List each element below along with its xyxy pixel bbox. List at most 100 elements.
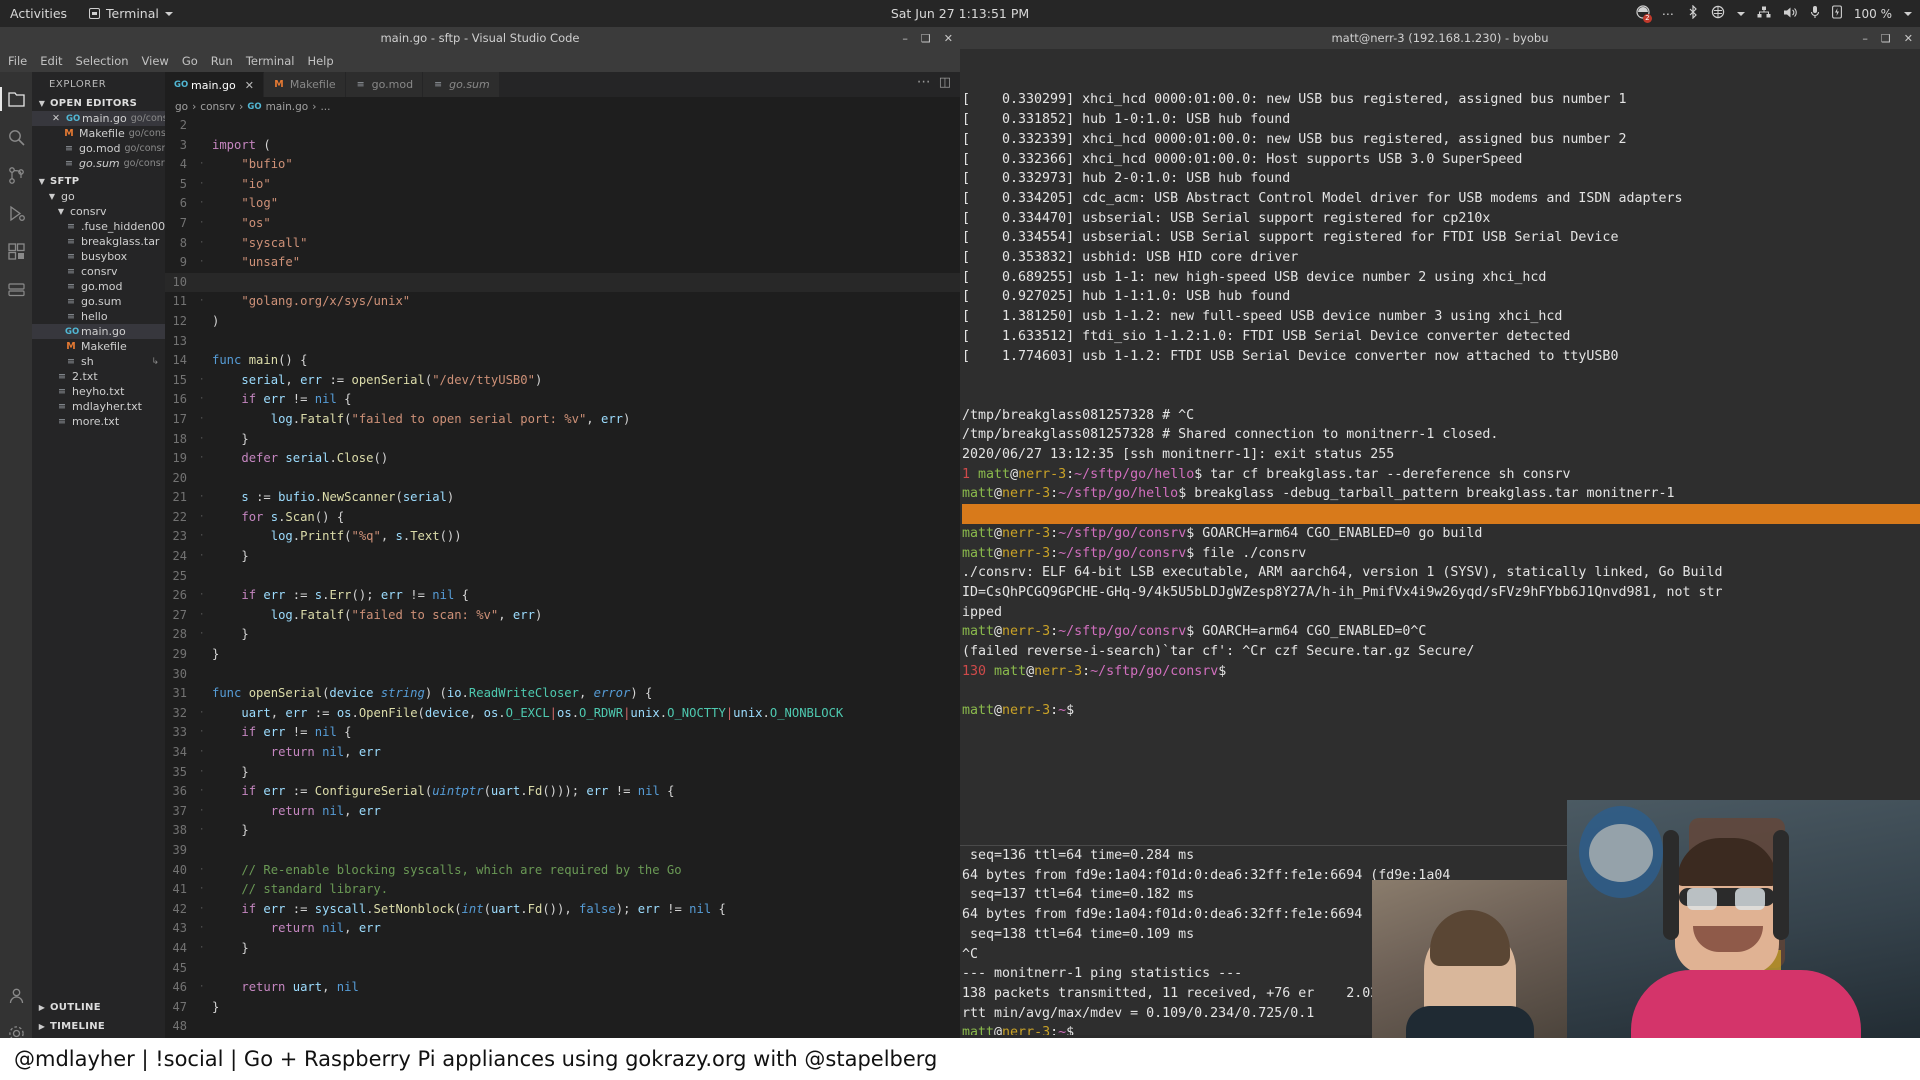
sftp-tree-item[interactable]: ▼ consrv (32, 204, 165, 219)
fold-guide-icon[interactable]: · (199, 371, 212, 391)
fold-guide-icon[interactable]: · (199, 390, 212, 410)
breadcrumb-go[interactable]: go (175, 101, 188, 113)
volume-icon[interactable] (1783, 6, 1798, 22)
remote-explorer-icon[interactable] (0, 270, 32, 308)
code-line[interactable]: 12) (165, 312, 960, 332)
sftp-tree-item[interactable]: GO main.go (32, 324, 165, 339)
code-line[interactable]: 21 · s := bufio.NewScanner(serial) (165, 488, 960, 508)
fold-guide-icon[interactable]: · (199, 586, 212, 606)
fold-guide-icon[interactable] (199, 332, 212, 352)
menu-file[interactable]: File (8, 54, 27, 68)
fold-guide-icon[interactable]: · (199, 508, 212, 528)
code-line[interactable]: 25 (165, 567, 960, 587)
clock[interactable]: Sat Jun 27 1:13:51 PM (891, 6, 1029, 21)
code-line[interactable]: 32 · uart, err := os.OpenFile(device, os.… (165, 704, 960, 724)
fold-guide-icon[interactable] (199, 567, 212, 587)
section-timeline[interactable]: ▶ TIMELINE (32, 1017, 165, 1036)
code-line[interactable]: 33 · if err != nil { (165, 723, 960, 743)
fold-guide-icon[interactable] (199, 959, 212, 979)
code-line[interactable]: 38 · } (165, 821, 960, 841)
fold-guide-icon[interactable]: · (199, 449, 212, 469)
sftp-tree-item[interactable]: ≡ go.mod (32, 279, 165, 294)
explorer-icon[interactable] (0, 80, 32, 118)
code-line[interactable]: 23 · log.Printf("%q", s.Text()) (165, 527, 960, 547)
code-line[interactable]: 31 func openSerial(device string) (io.Rea… (165, 684, 960, 704)
fold-guide-icon[interactable]: · (199, 234, 212, 254)
sftp-tree-item[interactable]: ≡ 2.txt (32, 369, 165, 384)
fold-guide-icon[interactable]: · (199, 782, 212, 802)
fold-guide-icon[interactable]: · (199, 625, 212, 645)
minimize-button[interactable]: – (902, 32, 908, 45)
fold-guide-icon[interactable]: · (199, 723, 212, 743)
tab-go-sum[interactable]: ≡ go.sum (423, 72, 500, 97)
battery-icon[interactable] (1831, 5, 1842, 22)
sftp-tree-item[interactable]: ≡ more.txt (32, 414, 165, 429)
code-line[interactable]: 46 · return uart, nil (165, 978, 960, 998)
fold-guide-icon[interactable]: · (199, 488, 212, 508)
code-line[interactable]: 19 · defer serial.Close() (165, 449, 960, 469)
extensions-icon[interactable] (0, 232, 32, 270)
code-line[interactable]: 36 · if err := ConfigureSerial(uintptr(ua… (165, 782, 960, 802)
sftp-tree-item[interactable]: ≡ hello (32, 309, 165, 324)
breadcrumb-more[interactable]: ... (320, 101, 330, 113)
menu-go[interactable]: Go (182, 54, 198, 68)
code-line[interactable]: 16 · if err != nil { (165, 390, 960, 410)
chevron-down-icon[interactable] (1736, 11, 1745, 16)
fold-guide-icon[interactable]: · (199, 880, 212, 900)
code-line[interactable]: 2 (165, 116, 960, 136)
sftp-tree-item[interactable]: ≡ .fuse_hidden0000000... (32, 219, 165, 234)
menu-terminal[interactable]: Terminal (246, 54, 295, 68)
sftp-tree-item[interactable]: ≡ mdlayher.txt (32, 399, 165, 414)
code-line[interactable]: 22 · for s.Scan() { (165, 508, 960, 528)
fold-guide-icon[interactable] (199, 351, 212, 371)
code-line[interactable]: 11 · "golang.org/x/sys/unix" (165, 292, 960, 312)
microphone-icon[interactable] (1810, 5, 1820, 22)
code-line[interactable]: 30 (165, 665, 960, 685)
section-sftp[interactable]: ▼ SFTP (32, 174, 165, 189)
fold-guide-icon[interactable]: · (199, 743, 212, 763)
code-line[interactable]: 39 (165, 841, 960, 861)
fold-guide-icon[interactable]: · (199, 194, 212, 214)
code-line[interactable]: 10 (165, 272, 960, 293)
open-editor-go-sum[interactable]: ≡ go.sum go/consrv (32, 156, 165, 171)
code-line[interactable]: 14 func main() { (165, 351, 960, 371)
run-debug-icon[interactable] (0, 194, 32, 232)
tab-main-go[interactable]: GO main.go ✕ (165, 72, 264, 97)
code-line[interactable]: 18 · } (165, 430, 960, 450)
close-button[interactable]: ✕ (1904, 32, 1913, 45)
fold-guide-icon[interactable]: · (199, 900, 212, 920)
fold-guide-icon[interactable] (199, 273, 212, 293)
code-line[interactable]: 7 · "os" (165, 214, 960, 234)
code-line[interactable]: 41 · // standard library. (165, 880, 960, 900)
fold-guide-icon[interactable] (199, 469, 212, 489)
tab-makefile[interactable]: M Makefile (263, 72, 346, 97)
maximize-button[interactable]: ❑ (1881, 32, 1891, 45)
overflow-menu-icon[interactable]: ⋯ (1662, 7, 1675, 21)
network-vpn-icon[interactable] (1711, 5, 1725, 22)
fold-guide-icon[interactable]: · (199, 763, 212, 783)
fold-guide-icon[interactable] (199, 136, 212, 156)
code-line[interactable]: 15 · serial, err := openSerial("/dev/ttyU… (165, 371, 960, 391)
menu-view[interactable]: View (142, 54, 169, 68)
maximize-button[interactable]: ❑ (921, 32, 931, 45)
code-line[interactable]: 27 · log.Fatalf("failed to scan: %v", err… (165, 606, 960, 626)
fold-guide-icon[interactable]: · (199, 802, 212, 822)
fold-guide-icon[interactable]: · (199, 861, 212, 881)
source-control-icon[interactable] (0, 156, 32, 194)
code-line[interactable]: 29} (165, 645, 960, 665)
code-line[interactable]: 43 · return nil, err (165, 919, 960, 939)
fold-guide-icon[interactable]: · (199, 704, 212, 724)
fold-guide-icon[interactable]: · (199, 292, 212, 312)
search-icon[interactable] (0, 118, 32, 156)
fold-guide-icon[interactable]: · (199, 978, 212, 998)
active-app-indicator[interactable]: Terminal (89, 6, 173, 21)
fold-guide-icon[interactable]: · (199, 214, 212, 234)
menu-help[interactable]: Help (307, 54, 333, 68)
tab-go-mod[interactable]: ≡ go.mod (345, 72, 424, 97)
close-button[interactable]: ✕ (944, 32, 953, 45)
code-line[interactable]: 26 · if err := s.Err(); err != nil { (165, 586, 960, 606)
code-line[interactable]: 4 · "bufio" (165, 155, 960, 175)
fold-guide-icon[interactable] (199, 312, 212, 332)
menu-run[interactable]: Run (211, 54, 233, 68)
code-line[interactable]: 28 · } (165, 625, 960, 645)
